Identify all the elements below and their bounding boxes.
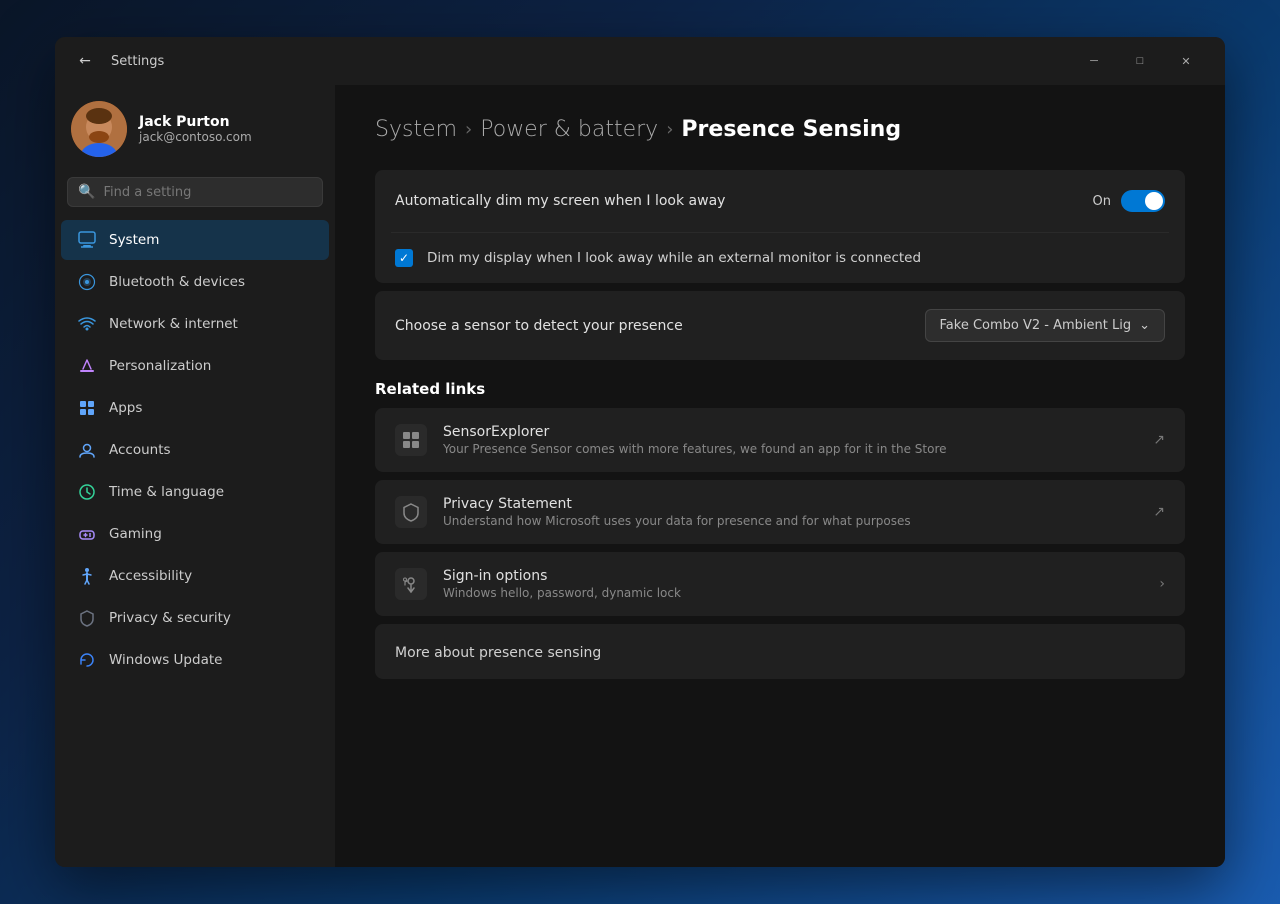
update-icon (77, 650, 97, 670)
signin-options-icon (395, 568, 427, 600)
breadcrumb-current: Presence Sensing (681, 117, 901, 142)
time-icon (77, 482, 97, 502)
sidebar-item-system-label: System (109, 232, 159, 248)
window-controls: ─ □ ✕ (1071, 45, 1209, 77)
auto-dim-card: Automatically dim my screen when I look … (375, 170, 1185, 283)
signin-options-card[interactable]: Sign-in options Windows hello, password,… (375, 552, 1185, 616)
more-about-card[interactable]: More about presence sensing (375, 624, 1185, 679)
breadcrumb-system[interactable]: System (375, 117, 457, 142)
sidebar-item-network-label: Network & internet (109, 316, 238, 332)
search-icon: 🔍 (78, 184, 95, 200)
breadcrumb-sep-2: › (666, 119, 673, 140)
search-box[interactable]: 🔍 (67, 177, 323, 207)
sidebar-item-update[interactable]: Windows Update (61, 640, 329, 680)
user-info: Jack Purton jack@contoso.com (139, 114, 252, 144)
sidebar-item-gaming-label: Gaming (109, 526, 162, 542)
main-content: System › Power & battery › Presence Sens… (335, 85, 1225, 867)
external-link-icon-1: ↗ (1153, 432, 1165, 448)
sensor-explorer-text: SensorExplorer Your Presence Sensor come… (443, 424, 1137, 456)
auto-dim-label: Automatically dim my screen when I look … (395, 193, 725, 209)
bluetooth-icon (77, 272, 97, 292)
sensor-explorer-card[interactable]: SensorExplorer Your Presence Sensor come… (375, 408, 1185, 472)
accounts-icon (77, 440, 97, 460)
accessibility-icon (77, 566, 97, 586)
user-email: jack@contoso.com (139, 130, 252, 144)
sidebar-item-privacy[interactable]: Privacy & security (61, 598, 329, 638)
privacy-statement-icon (395, 496, 427, 528)
sidebar-item-time-label: Time & language (109, 484, 224, 500)
settings-window: ← Settings ─ □ ✕ (55, 37, 1225, 867)
user-section: Jack Purton jack@contoso.com (55, 85, 335, 177)
sensor-card: Choose a sensor to detect your presence … (375, 291, 1185, 360)
toggle-status: On (1093, 194, 1111, 209)
sidebar-item-time[interactable]: Time & language (61, 472, 329, 512)
privacy-statement-card[interactable]: Privacy Statement Understand how Microso… (375, 480, 1185, 544)
sidebar-item-privacy-label: Privacy & security (109, 610, 231, 626)
titlebar: ← Settings ─ □ ✕ (55, 37, 1225, 85)
sidebar-item-system[interactable]: System (61, 220, 329, 260)
avatar (71, 101, 127, 157)
sidebar-item-bluetooth[interactable]: Bluetooth & devices (61, 262, 329, 302)
external-link-icon-2: ↗ (1153, 504, 1165, 520)
auto-dim-toggle[interactable] (1121, 190, 1165, 212)
sensor-dropdown[interactable]: Fake Combo V2 - Ambient Lig ⌄ (925, 309, 1166, 342)
gaming-icon (77, 524, 97, 544)
sidebar-item-network[interactable]: Network & internet (61, 304, 329, 344)
breadcrumb-power[interactable]: Power & battery (480, 117, 658, 142)
titlebar-left: ← Settings (71, 47, 164, 75)
related-links-header: Related links (375, 380, 1185, 398)
chevron-right-icon: › (1159, 576, 1165, 592)
sensor-label: Choose a sensor to detect your presence (395, 318, 683, 334)
dim-external-checkbox[interactable]: ✓ (395, 249, 413, 267)
sidebar-item-update-label: Windows Update (109, 652, 222, 668)
sensor-row: Choose a sensor to detect your presence … (375, 291, 1185, 360)
sensor-explorer-title: SensorExplorer (443, 424, 1137, 440)
auto-dim-row: Automatically dim my screen when I look … (375, 170, 1185, 232)
system-icon (77, 230, 97, 250)
sidebar-item-accounts[interactable]: Accounts (61, 430, 329, 470)
signin-options-text: Sign-in options Windows hello, password,… (443, 568, 1143, 600)
apps-icon (77, 398, 97, 418)
network-icon (77, 314, 97, 334)
signin-options-sub: Windows hello, password, dynamic lock (443, 586, 1143, 600)
privacy-statement-sub: Understand how Microsoft uses your data … (443, 514, 1137, 528)
personalization-icon (77, 356, 97, 376)
sidebar-item-apps-label: Apps (109, 400, 142, 416)
sidebar-item-accessibility[interactable]: Accessibility (61, 556, 329, 596)
sidebar-item-accounts-label: Accounts (109, 442, 171, 458)
sidebar-item-bluetooth-label: Bluetooth & devices (109, 274, 245, 290)
sidebar-item-personalization[interactable]: Personalization (61, 346, 329, 386)
privacy-statement-title: Privacy Statement (443, 496, 1137, 512)
sidebar-item-accessibility-label: Accessibility (109, 568, 192, 584)
user-name: Jack Purton (139, 114, 252, 130)
back-button[interactable]: ← (71, 47, 99, 75)
sidebar-item-personalization-label: Personalization (109, 358, 211, 374)
breadcrumb-sep-1: › (465, 119, 472, 140)
sensor-selected: Fake Combo V2 - Ambient Lig (940, 318, 1132, 333)
signin-options-title: Sign-in options (443, 568, 1143, 584)
sidebar-item-apps[interactable]: Apps (61, 388, 329, 428)
privacy-icon (77, 608, 97, 628)
more-about-label: More about presence sensing (395, 645, 601, 661)
content-area: Jack Purton jack@contoso.com 🔍 System (55, 85, 1225, 867)
check-mark: ✓ (399, 251, 409, 265)
sidebar: Jack Purton jack@contoso.com 🔍 System (55, 85, 335, 867)
dim-external-label: Dim my display when I look away while an… (427, 250, 921, 266)
search-input[interactable] (103, 185, 312, 200)
toggle-right: On (1093, 190, 1165, 212)
privacy-statement-text: Privacy Statement Understand how Microso… (443, 496, 1137, 528)
sidebar-item-gaming[interactable]: Gaming (61, 514, 329, 554)
window-title: Settings (111, 54, 164, 69)
breadcrumb: System › Power & battery › Presence Sens… (375, 117, 1185, 142)
sensor-explorer-icon (395, 424, 427, 456)
close-button[interactable]: ✕ (1163, 45, 1209, 77)
maximize-button[interactable]: □ (1117, 45, 1163, 77)
dim-external-row: ✓ Dim my display when I look away while … (375, 233, 1185, 283)
dropdown-chevron-icon: ⌄ (1139, 318, 1150, 333)
minimize-button[interactable]: ─ (1071, 45, 1117, 77)
sensor-explorer-sub: Your Presence Sensor comes with more fea… (443, 442, 1137, 456)
